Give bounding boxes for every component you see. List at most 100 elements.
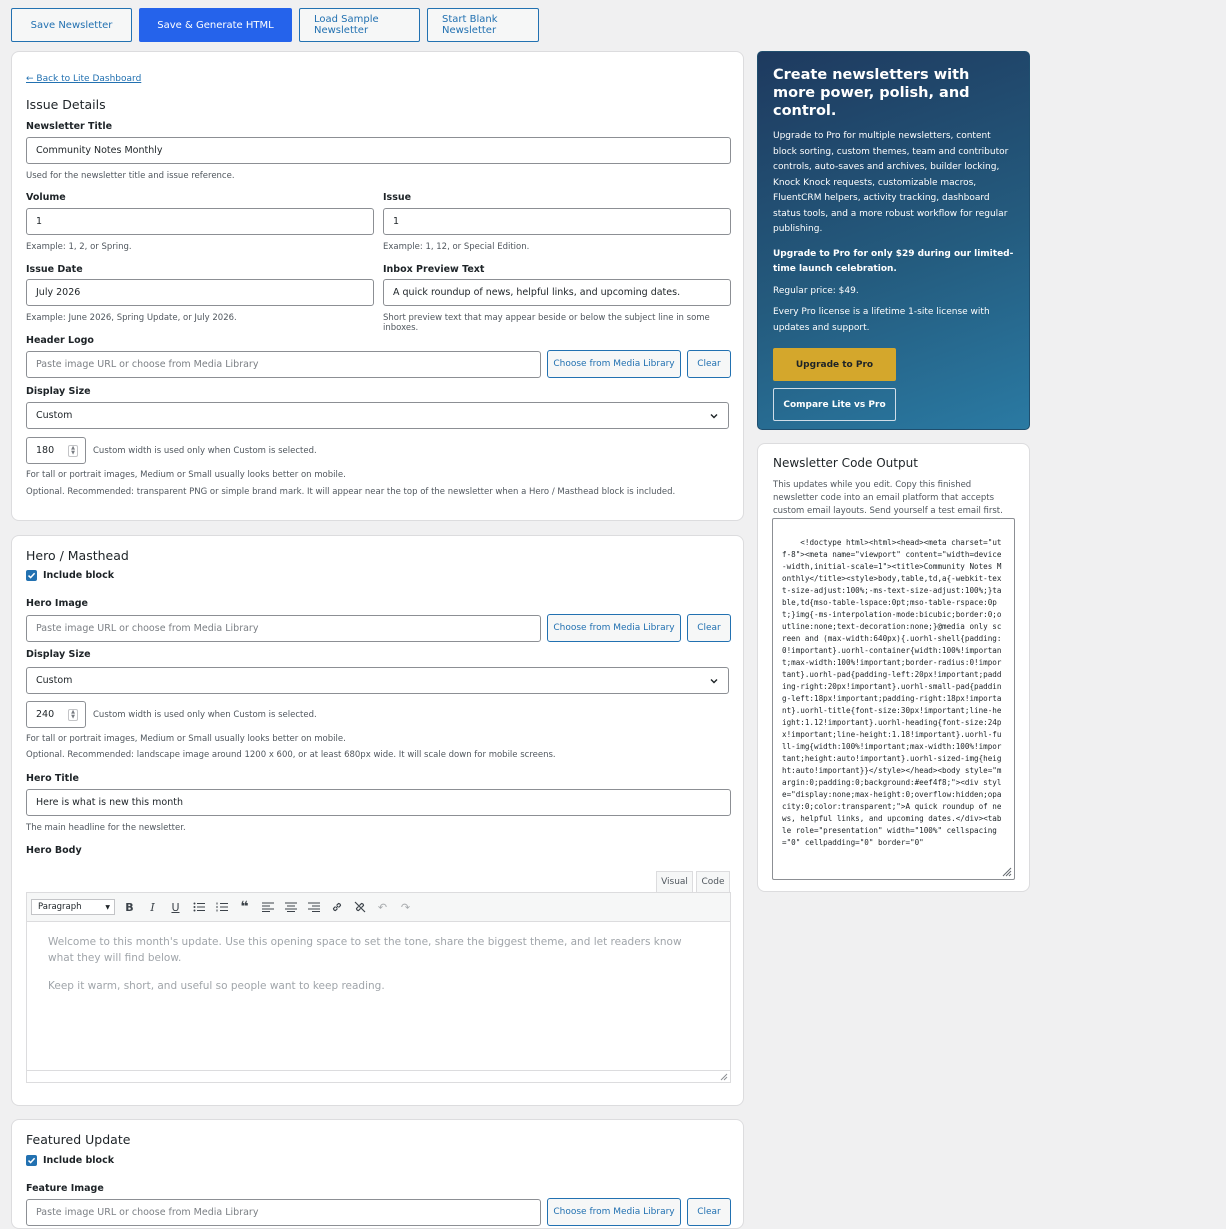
checkmark-icon bbox=[26, 1155, 37, 1166]
save-newsletter-button[interactable]: Save Newsletter bbox=[11, 8, 132, 42]
hero-display-size-value: Custom bbox=[36, 675, 73, 686]
hero-width-value: 240 bbox=[36, 709, 55, 720]
volume-help: Example: 1, 2, or Spring. bbox=[26, 242, 132, 252]
chevron-down-icon bbox=[710, 678, 718, 683]
feature-image-label: Feature Image bbox=[26, 1183, 104, 1194]
editor-toolbar: Paragraph ▼ B I U ❝ ↶ ↷ bbox=[27, 893, 730, 922]
hero-display-size-label: Display Size bbox=[26, 649, 91, 660]
logo-recommendation-help: Optional. Recommended: transparent PNG o… bbox=[26, 487, 676, 497]
hero-body-label: Hero Body bbox=[26, 845, 82, 856]
undo-icon[interactable]: ↶ bbox=[374, 899, 391, 916]
logo-media-library-button[interactable]: Choose from Media Library bbox=[547, 350, 681, 378]
resize-grip-icon[interactable] bbox=[720, 1073, 728, 1081]
issue-details-heading: Issue Details bbox=[26, 97, 106, 112]
feature-image-input[interactable]: Paste image URL or choose from Media Lib… bbox=[26, 1199, 541, 1226]
feature-media-library-button[interactable]: Choose from Media Library bbox=[547, 1198, 681, 1226]
newsletter-title-label: Newsletter Title bbox=[26, 121, 113, 132]
issue-input[interactable]: 1 bbox=[383, 208, 731, 235]
tab-visual[interactable]: Visual bbox=[656, 871, 693, 892]
issue-help: Example: 1, 12, or Special Edition. bbox=[383, 242, 530, 252]
code-output-help: This updates while you edit. Copy this f… bbox=[773, 480, 1003, 516]
hero-body-paragraph: Keep it warm, short, and useful so peopl… bbox=[48, 980, 385, 992]
hero-include-label: Include block bbox=[43, 570, 115, 581]
hero-image-recommendation-help: Optional. Recommended: landscape image a… bbox=[26, 750, 556, 760]
caret-down-icon: ▼ bbox=[105, 903, 110, 911]
hero-image-label: Hero Image bbox=[26, 598, 89, 609]
top-toolbar: Save Newsletter Save & Generate HTML Loa… bbox=[11, 8, 539, 42]
hero-body-content[interactable]: Welcome to this month's update. Use this… bbox=[27, 922, 730, 1018]
checkmark-icon bbox=[26, 570, 37, 581]
chevron-down-icon bbox=[710, 413, 718, 418]
logo-clear-button[interactable]: Clear bbox=[687, 350, 731, 378]
stepper-icon[interactable]: ▲ ▼ bbox=[68, 444, 78, 457]
newsletter-title-input[interactable]: Community Notes Monthly bbox=[26, 137, 731, 164]
hero-media-library-button[interactable]: Choose from Media Library bbox=[547, 614, 681, 642]
editor-resize-bar[interactable] bbox=[27, 1070, 730, 1082]
feature-clear-button[interactable]: Clear bbox=[687, 1198, 731, 1226]
bold-icon[interactable]: B bbox=[121, 899, 138, 916]
header-logo-input[interactable]: Paste image URL or choose from Media Lib… bbox=[26, 351, 541, 378]
volume-input[interactable]: 1 bbox=[26, 208, 374, 235]
format-select[interactable]: Paragraph ▼ bbox=[31, 899, 115, 915]
code-output-title: Newsletter Code Output bbox=[773, 456, 918, 470]
featured-include-label: Include block bbox=[43, 1155, 115, 1166]
logo-display-size-value: Custom bbox=[36, 410, 73, 421]
hero-include-checkbox[interactable]: Include block bbox=[26, 570, 114, 581]
logo-width-value: 180 bbox=[36, 445, 55, 456]
logo-display-size-label: Display Size bbox=[26, 386, 91, 397]
inbox-preview-help: Short preview text that may appear besid… bbox=[383, 313, 710, 333]
hero-display-size-select[interactable]: Custom bbox=[26, 667, 729, 694]
load-sample-newsletter-button[interactable]: Load Sample Newsletter bbox=[299, 8, 420, 42]
hero-width-help: Custom width is used only when Custom is… bbox=[93, 710, 317, 720]
issue-details-panel: ← Back to Lite Dashboard Issue Details N… bbox=[11, 51, 744, 521]
stepper-icon[interactable]: ▲ ▼ bbox=[68, 708, 78, 721]
align-center-icon[interactable] bbox=[282, 899, 299, 916]
link-icon[interactable] bbox=[328, 899, 345, 916]
newsletter-code-output-panel: Newsletter Code Output This updates whil… bbox=[757, 443, 1030, 892]
issue-date-help: Example: June 2026, Spring Update, or Ju… bbox=[26, 313, 237, 323]
hero-image-input[interactable]: Paste image URL or choose from Media Lib… bbox=[26, 615, 541, 642]
promo-regular-price: Regular price: $49. bbox=[773, 285, 859, 296]
promo-features-text: Upgrade to Pro for multiple newsletters,… bbox=[773, 131, 1009, 234]
hero-masthead-panel: Hero / Masthead Include block Hero Image… bbox=[11, 535, 744, 1106]
hero-mobile-help: For tall or portrait images, Medium or S… bbox=[26, 734, 346, 744]
compare-lite-pro-button[interactable]: Compare Lite vs Pro bbox=[773, 388, 896, 421]
format-select-value: Paragraph bbox=[38, 902, 82, 912]
logo-width-input[interactable]: 180 ▲ ▼ bbox=[26, 437, 86, 464]
italic-icon[interactable]: I bbox=[144, 899, 161, 916]
logo-display-size-select[interactable]: Custom bbox=[26, 402, 729, 429]
underline-icon[interactable]: U bbox=[167, 899, 184, 916]
resize-grip-icon[interactable] bbox=[1000, 865, 1012, 877]
hero-body-paragraph: Welcome to this month's update. Use this… bbox=[48, 936, 682, 964]
header-logo-label: Header Logo bbox=[26, 335, 94, 346]
hero-heading: Hero / Masthead bbox=[26, 548, 129, 563]
hero-body-editor[interactable]: Paragraph ▼ B I U ❝ ↶ ↷ Welcome to this … bbox=[26, 892, 731, 1083]
inbox-preview-label: Inbox Preview Text bbox=[383, 264, 485, 275]
align-right-icon[interactable] bbox=[305, 899, 322, 916]
save-generate-html-button[interactable]: Save & Generate HTML bbox=[139, 8, 292, 42]
issue-date-label: Issue Date bbox=[26, 264, 83, 275]
back-to-dashboard-link[interactable]: ← Back to Lite Dashboard bbox=[26, 74, 141, 84]
numbered-list-icon[interactable] bbox=[213, 899, 230, 916]
issue-date-input[interactable]: July 2026 bbox=[26, 279, 374, 306]
bullet-list-icon[interactable] bbox=[190, 899, 207, 916]
featured-include-checkbox[interactable]: Include block bbox=[26, 1155, 114, 1166]
hero-clear-button[interactable]: Clear bbox=[687, 614, 731, 642]
start-blank-newsletter-button[interactable]: Start Blank Newsletter bbox=[427, 8, 539, 42]
tab-code[interactable]: Code bbox=[696, 871, 730, 892]
blockquote-icon[interactable]: ❝ bbox=[236, 899, 253, 916]
upgrade-to-pro-button[interactable]: Upgrade to Pro bbox=[773, 348, 896, 381]
code-output-text: <!doctype html><html><head><meta charset… bbox=[782, 538, 1002, 847]
pro-upgrade-promo: Create newsletters with more power, poli… bbox=[757, 51, 1030, 430]
volume-label: Volume bbox=[26, 192, 66, 203]
featured-update-panel: Featured Update Include block Feature Im… bbox=[11, 1119, 744, 1229]
hero-width-input[interactable]: 240 ▲ ▼ bbox=[26, 701, 86, 728]
inbox-preview-input[interactable]: A quick roundup of news, helpful links, … bbox=[383, 279, 731, 306]
redo-icon[interactable]: ↷ bbox=[397, 899, 414, 916]
unlink-icon[interactable] bbox=[351, 899, 368, 916]
hero-title-input[interactable]: Here is what is new this month bbox=[26, 789, 731, 816]
code-output-textarea[interactable]: <!doctype html><html><head><meta charset… bbox=[772, 518, 1015, 880]
promo-license-text: Every Pro license is a lifetime 1-site l… bbox=[773, 307, 990, 333]
align-left-icon[interactable] bbox=[259, 899, 276, 916]
hero-title-label: Hero Title bbox=[26, 773, 79, 784]
